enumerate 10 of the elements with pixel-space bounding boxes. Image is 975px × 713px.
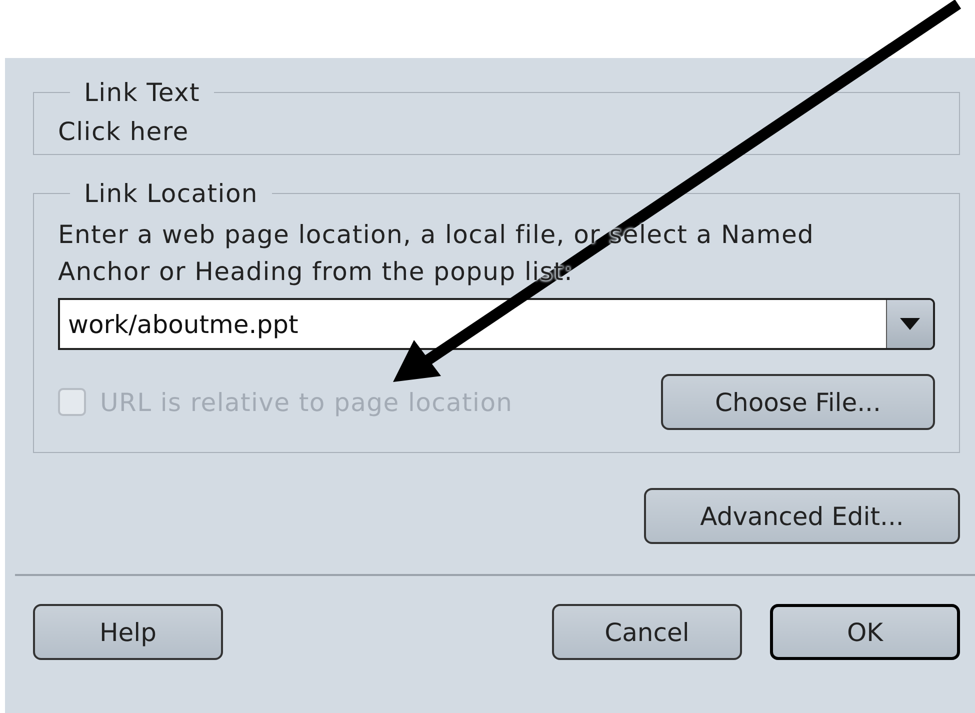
dialog-button[interactable]: Help	[33, 604, 223, 660]
group-title: Link Location	[83, 179, 259, 208]
advanced-edit-button[interactable]: Advanced Edit...	[644, 488, 960, 544]
dialog-button[interactable]: Cancel	[552, 604, 742, 660]
choose-file-button[interactable]: Choose File...	[661, 374, 935, 430]
dropdown-icon	[900, 318, 920, 330]
dialog-button[interactable]: OK	[770, 604, 960, 660]
dropdown-button[interactable]	[886, 300, 933, 348]
link-text-value: Click here	[58, 117, 190, 146]
group-title: Link Text	[83, 78, 202, 107]
